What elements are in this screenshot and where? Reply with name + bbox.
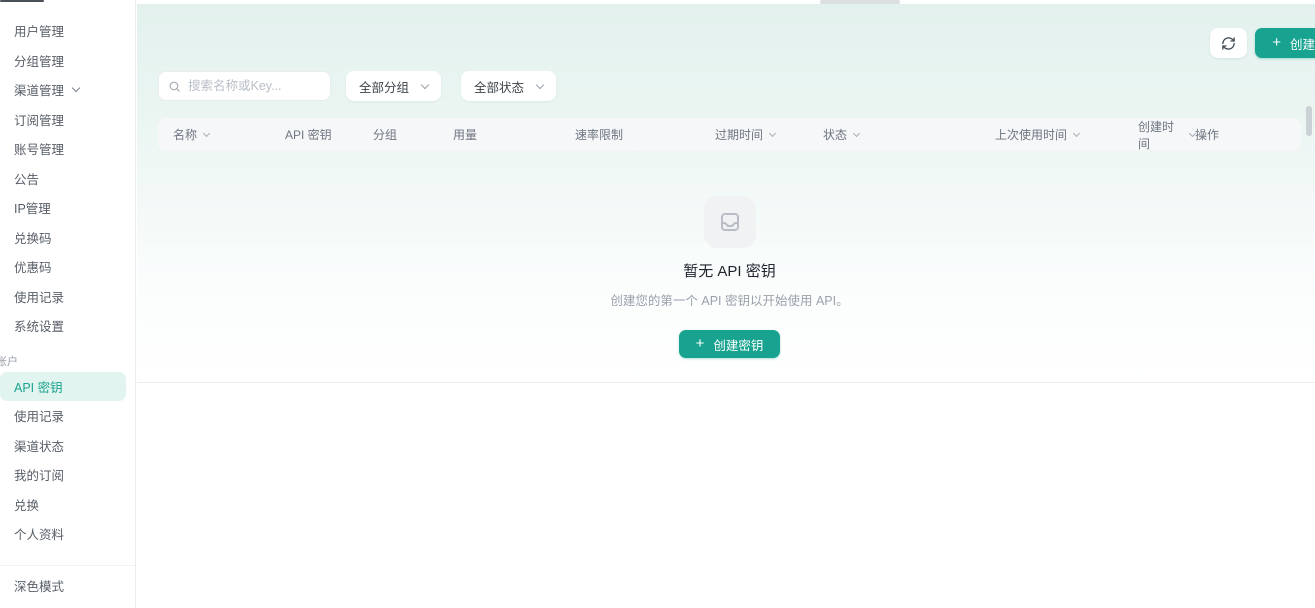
table-column-header[interactable]: 分组	[373, 126, 453, 143]
table-column-header[interactable]: 用量	[453, 126, 575, 143]
chevron-down-icon	[72, 84, 80, 92]
sidebar-item[interactable]: 个人资料	[0, 519, 126, 549]
chevron-down-icon	[421, 80, 429, 88]
table-column-label: 创建时间	[1138, 118, 1183, 152]
sidebar-item[interactable]: 分组管理	[0, 46, 126, 76]
empty-state-description: 创建您的第一个 API 密钥以开始使用 API。	[610, 290, 848, 309]
sidebar-section-label: 账户	[0, 352, 126, 371]
table-column-header[interactable]: 操作	[1195, 126, 1219, 143]
sidebar-item-label: 个人资料	[14, 524, 64, 543]
sort-caret-icon	[1073, 129, 1080, 136]
create-key-button-label: 创建密钥	[1290, 34, 1315, 53]
table-column-label: 用量	[453, 126, 477, 143]
vertical-scrollbar-thumb[interactable]	[1306, 106, 1312, 136]
filter-bar: 全部分组 全部状态	[158, 71, 556, 101]
create-key-button-label: 创建密钥	[713, 335, 763, 354]
sidebar-item[interactable]: IP管理	[0, 193, 126, 223]
plus-icon: +	[1272, 35, 1281, 50]
sidebar-item-label: 使用记录	[14, 287, 64, 306]
plus-icon: +	[696, 336, 705, 351]
search-input[interactable]	[188, 79, 321, 93]
table-header-row: 名称 API 密钥 分组 用量 速率限制	[158, 118, 1301, 151]
sidebar-item[interactable]: 公告	[0, 164, 126, 194]
sidebar-item[interactable]: 我的订阅	[0, 460, 126, 490]
table-column-header[interactable]: 状态	[823, 126, 995, 143]
table-column-label: 操作	[1195, 126, 1219, 143]
sidebar-item-label: 账号管理	[14, 139, 64, 158]
empty-state-create-key-button[interactable]: + 创建密钥	[679, 330, 781, 358]
sidebar-item-label: 优惠码	[14, 257, 52, 276]
sidebar-item[interactable]: 使用记录	[0, 282, 126, 312]
sidebar-item-label: 渠道状态	[14, 436, 64, 455]
status-filter-value: 全部状态	[474, 77, 524, 96]
group-filter-value: 全部分组	[359, 77, 409, 96]
inbox-icon	[718, 210, 742, 234]
empty-state-title: 暂无 API 密钥	[683, 260, 776, 281]
toolbar: + 创建密钥	[1210, 28, 1315, 58]
sidebar-item[interactable]: API 密钥	[0, 372, 126, 402]
horizontal-scrollbar-thumb[interactable]	[820, 0, 900, 4]
table-column-label: 过期时间	[715, 126, 763, 143]
refresh-icon	[1221, 36, 1236, 51]
table-column-header[interactable]: 上次使用时间	[995, 126, 1138, 143]
sidebar-item-label: 使用记录	[14, 406, 64, 425]
sidebar-item-label: API 密钥	[14, 377, 63, 396]
table-column-header[interactable]: 过期时间	[715, 126, 823, 143]
sidebar-item-label: 兑换	[14, 495, 39, 514]
sidebar-item-label: 用户管理	[14, 21, 64, 40]
refresh-button[interactable]	[1210, 28, 1247, 58]
sidebar-item[interactable]: 兑换	[0, 490, 126, 520]
sidebar-item[interactable]: 用户管理	[0, 16, 126, 46]
sidebar-item-label: 系统设置	[14, 316, 64, 335]
sidebar-item[interactable]: 优惠码	[0, 252, 126, 282]
group-filter-select[interactable]: 全部分组	[346, 71, 441, 101]
sidebar-account-nav: API 密钥 使用记录 渠道状态 我的订阅	[0, 372, 126, 549]
sidebar-item[interactable]: 兑换码	[0, 223, 126, 253]
table-column-header[interactable]: 创建时间	[1138, 118, 1195, 152]
sidebar-item[interactable]: 订阅管理	[0, 105, 126, 135]
sidebar-item-label: 渠道管理	[14, 80, 64, 99]
sidebar-footer: 深色模式	[0, 565, 135, 608]
search-icon	[168, 80, 181, 93]
sidebar-item-label: 订阅管理	[14, 110, 64, 129]
dark-mode-toggle[interactable]: 深色模式	[14, 576, 135, 595]
empty-state: 暂无 API 密钥 创建您的第一个 API 密钥以开始使用 API。 + 创建密…	[158, 151, 1301, 383]
chevron-down-icon	[536, 80, 544, 88]
table-column-label: API 密钥	[285, 126, 332, 143]
sort-caret-icon	[769, 129, 776, 136]
sidebar-item-label: 兑换码	[14, 228, 52, 247]
sidebar-item-label: 公告	[14, 169, 39, 188]
table-column-header[interactable]: API 密钥	[285, 126, 373, 143]
sidebar: 用户管理 分组管理 渠道管理 订阅管理	[0, 0, 136, 608]
table-column-label: 上次使用时间	[995, 126, 1067, 143]
sidebar-clipped-item-edge	[0, 0, 44, 2]
sidebar-item[interactable]: 系统设置	[0, 311, 126, 341]
table-column-label: 分组	[373, 126, 397, 143]
sidebar-item[interactable]: 渠道状态	[0, 431, 126, 461]
table-column-label: 名称	[173, 126, 197, 143]
status-filter-select[interactable]: 全部状态	[461, 71, 556, 101]
table-column-label: 状态	[823, 126, 847, 143]
sidebar-item[interactable]: 使用记录	[0, 401, 126, 431]
sort-caret-icon	[853, 129, 860, 136]
sidebar-admin-nav: 用户管理 分组管理 渠道管理 订阅管理	[0, 0, 135, 549]
table-column-label: 速率限制	[575, 126, 623, 143]
main-content: + 创建密钥 全部分组 全部状态 名称	[137, 0, 1315, 608]
search-box	[158, 71, 331, 101]
sidebar-item[interactable]: 账号管理	[0, 134, 126, 164]
sidebar-item-label: 分组管理	[14, 51, 64, 70]
empty-state-icon-badge	[704, 196, 756, 248]
sidebar-item-label: 我的订阅	[14, 465, 64, 484]
sidebar-item-label: IP管理	[14, 198, 51, 217]
sort-caret-icon	[203, 129, 210, 136]
table-column-header[interactable]: 速率限制	[575, 126, 715, 143]
table-column-header[interactable]: 名称	[173, 126, 285, 143]
create-key-button[interactable]: + 创建密钥	[1255, 28, 1315, 58]
sidebar-item[interactable]: 渠道管理	[0, 75, 126, 105]
